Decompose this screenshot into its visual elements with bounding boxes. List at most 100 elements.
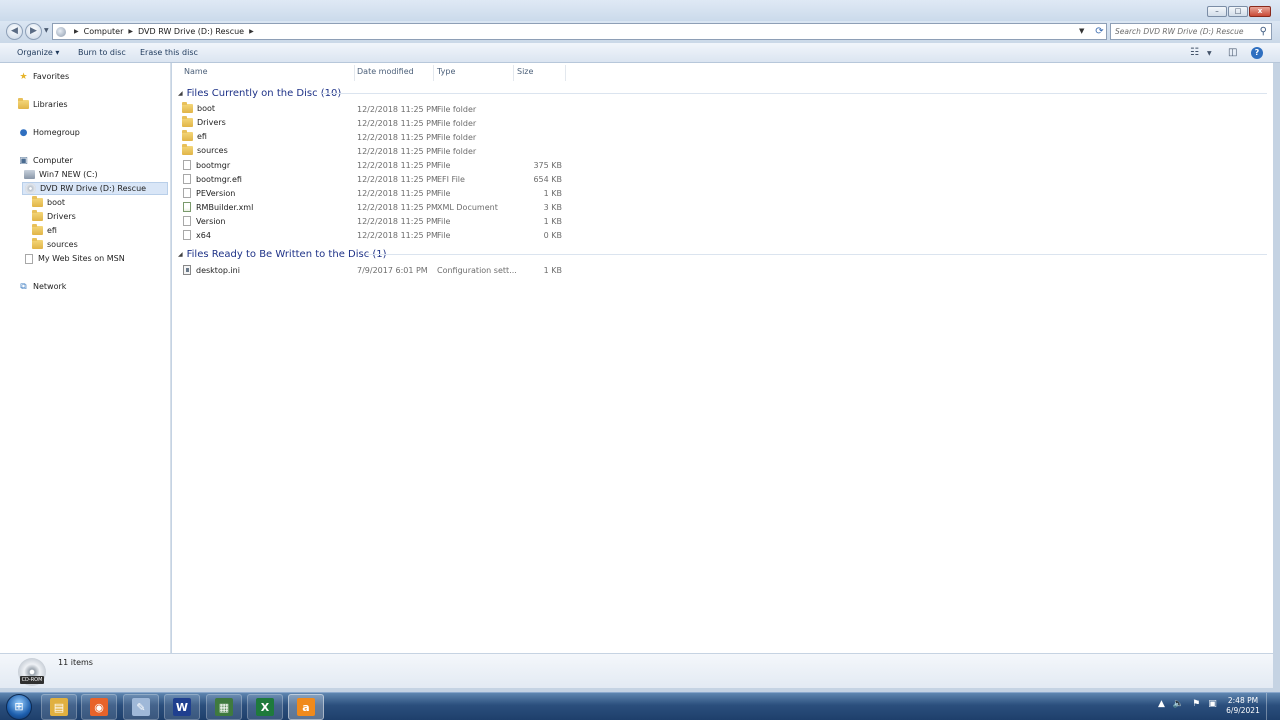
table-row[interactable]: bootmgr.efi 12/2/2018 11:25 PM EFI File 654… <box>182 173 582 187</box>
collapse-triangle-icon[interactable]: ◢ <box>178 90 183 97</box>
group-header-on-disc[interactable]: ◢ Files Currently on the Disc (10) <box>178 86 341 100</box>
group-title: Files Ready to Be Written to the Disc (1… <box>186 248 387 260</box>
erase-disc-button[interactable]: Erase this disc <box>140 48 198 57</box>
file-name: Drivers <box>182 116 226 127</box>
breadcrumb-computer[interactable]: Computer <box>84 27 124 36</box>
maximize-button[interactable]: □ <box>1228 6 1248 17</box>
start-button[interactable]: ⊞ <box>6 694 32 720</box>
dvd-drive-icon <box>25 183 36 194</box>
group-title: Files Currently on the Disc (10) <box>186 87 342 99</box>
file-date: 12/2/2018 11:25 PM <box>357 175 438 184</box>
minimize-button[interactable]: – <box>1207 6 1227 17</box>
help-icon[interactable]: ? <box>1251 47 1263 59</box>
command-bar: Organize ▾ Burn to disc Erase this disc … <box>0 43 1280 63</box>
show-hidden-icons-icon[interactable]: ▲ <box>1158 699 1165 709</box>
folder-icon <box>32 224 43 235</box>
nav-folder-sources[interactable]: sources <box>32 238 78 251</box>
network-tray-icon[interactable]: ▣ <box>1208 699 1217 709</box>
column-divider[interactable] <box>433 65 434 81</box>
file-name-text: x64 <box>196 230 211 240</box>
table-row[interactable]: Version 12/2/2018 11:25 PM File 1 KB <box>182 215 582 229</box>
burn-to-disc-button[interactable]: Burn to disc <box>78 48 126 57</box>
preview-pane-icon[interactable]: ◫ <box>1228 47 1237 58</box>
breadcrumb-dvd-drive[interactable]: DVD RW Drive (D:) Rescue <box>138 27 244 36</box>
recent-pages-chevron-down-icon[interactable]: ▼ <box>44 27 49 34</box>
nav-drive-d[interactable]: DVD RW Drive (D:) Rescue <box>22 182 168 195</box>
table-row[interactable]: bootmgr 12/2/2018 11:25 PM File 375 KB <box>182 159 582 173</box>
change-view-icon[interactable]: ☷ <box>1190 47 1199 58</box>
table-row[interactable]: RMBuilder.xml 12/2/2018 11:25 PM XML Docum… <box>182 201 582 215</box>
breadcrumb: ▶ Computer ▶ DVD RW Drive (D:) Rescue ▶ <box>69 24 259 39</box>
clock-time: 2:48 PM <box>1227 696 1259 705</box>
table-row[interactable]: efi 12/2/2018 11:25 PM File folder <box>182 130 582 145</box>
back-button[interactable]: ◀ <box>6 23 23 40</box>
nav-computer[interactable]: ▣ Computer <box>18 154 73 167</box>
column-divider[interactable] <box>354 65 355 81</box>
nav-computer-label: Computer <box>33 156 73 165</box>
taskbar-control-panel-button[interactable]: ▦ <box>206 694 242 720</box>
refresh-icon[interactable]: ⟳ <box>1093 25 1106 38</box>
taskbar-word-button[interactable]: W <box>164 694 200 720</box>
search-icon[interactable]: ⚲ <box>1260 26 1267 37</box>
nav-msn-sites[interactable]: My Web Sites on MSN <box>24 252 125 265</box>
file-name-text: bootmgr <box>196 160 231 170</box>
group-header-to-write[interactable]: ◢ Files Ready to Be Written to the Disc … <box>178 247 387 261</box>
column-header-name[interactable]: Name <box>184 67 208 76</box>
nav-network[interactable]: ⧉ Network <box>18 280 66 293</box>
file-name-text: boot <box>197 104 216 113</box>
group-divider <box>322 93 1267 94</box>
taskbar-excel-button[interactable]: X <box>247 694 283 720</box>
chevron-right-icon[interactable]: ▶ <box>128 28 133 35</box>
file-date: 12/2/2018 11:25 PM <box>357 231 438 240</box>
column-header-type[interactable]: Type <box>437 67 455 76</box>
column-header-date[interactable]: Date modified <box>357 67 414 76</box>
address-bar[interactable]: ▶ Computer ▶ DVD RW Drive (D:) Rescue ▶ … <box>52 23 1107 40</box>
table-row[interactable]: PEVersion 12/2/2018 11:25 PM File 1 KB <box>182 187 582 201</box>
clock[interactable]: 2:48 PM 6/9/2021 <box>1226 696 1260 716</box>
file-size: 1 KB <box>543 189 562 198</box>
nav-folder-efi[interactable]: efi <box>32 224 57 237</box>
taskbar-explorer-button[interactable]: ▤ <box>41 694 77 720</box>
cd-rom-label: CD-ROM <box>20 676 44 684</box>
folder-icon <box>182 130 193 141</box>
table-row[interactable]: boot 12/2/2018 11:25 PM File folder <box>182 102 582 117</box>
file-name-text: Drivers <box>197 118 226 127</box>
flag-icon[interactable]: ⚑ <box>1192 699 1200 709</box>
view-options-chevron-down-icon[interactable]: ▼ <box>1207 50 1212 57</box>
folder-icon <box>182 144 193 155</box>
organize-button[interactable]: Organize ▾ <box>17 48 59 57</box>
address-history-chevron-down-icon[interactable]: ▼ <box>1079 27 1084 35</box>
table-row[interactable]: x64 12/2/2018 11:25 PM File 0 KB <box>182 229 582 243</box>
forward-button[interactable]: ▶ <box>25 23 42 40</box>
nav-drive-c-label: Win7 NEW (C:) <box>39 170 98 179</box>
taskbar-app-orange-button[interactable]: a <box>288 694 324 720</box>
nav-homegroup[interactable]: ● Homegroup <box>18 126 80 139</box>
table-row[interactable]: Drivers 12/2/2018 11:25 PM File folder <box>182 116 582 131</box>
nav-favorites[interactable]: ★ Favorites <box>18 70 69 83</box>
table-row[interactable]: desktop.ini 7/9/2017 6:01 PM Configuration… <box>182 264 582 278</box>
taskbar-paint-button[interactable]: ✎ <box>123 694 159 720</box>
column-divider[interactable] <box>565 65 566 81</box>
close-button[interactable]: x <box>1249 6 1271 17</box>
chevron-right-icon[interactable]: ▶ <box>249 28 254 35</box>
file-type: File folder <box>437 147 477 156</box>
taskbar-firefox-button[interactable]: ◉ <box>81 694 117 720</box>
table-row[interactable]: sources 12/2/2018 11:25 PM File folder <box>182 144 582 159</box>
navigation-pane: ★ Favorites Libraries ● Homegroup ▣ Comp… <box>0 63 171 653</box>
chevron-right-icon[interactable]: ▶ <box>74 28 79 35</box>
file-type: File <box>437 231 451 240</box>
nav-folder-drivers[interactable]: Drivers <box>32 210 76 223</box>
column-divider[interactable] <box>513 65 514 81</box>
file-date: 7/9/2017 6:01 PM <box>357 266 428 275</box>
column-header-size[interactable]: Size <box>517 67 533 76</box>
nav-drive-c[interactable]: Win7 NEW (C:) <box>24 168 98 181</box>
nav-libraries[interactable]: Libraries <box>18 98 68 111</box>
search-input[interactable] <box>1115 26 1253 37</box>
volume-icon[interactable]: 🔈 <box>1173 699 1184 709</box>
nav-folder-boot[interactable]: boot <box>32 196 65 209</box>
collapse-triangle-icon[interactable]: ◢ <box>178 251 183 258</box>
file-name-text: bootmgr.efi <box>196 174 242 184</box>
folder-icon <box>32 238 43 249</box>
show-desktop-button[interactable] <box>1266 693 1280 720</box>
search-box[interactable]: ⚲ <box>1110 23 1272 40</box>
